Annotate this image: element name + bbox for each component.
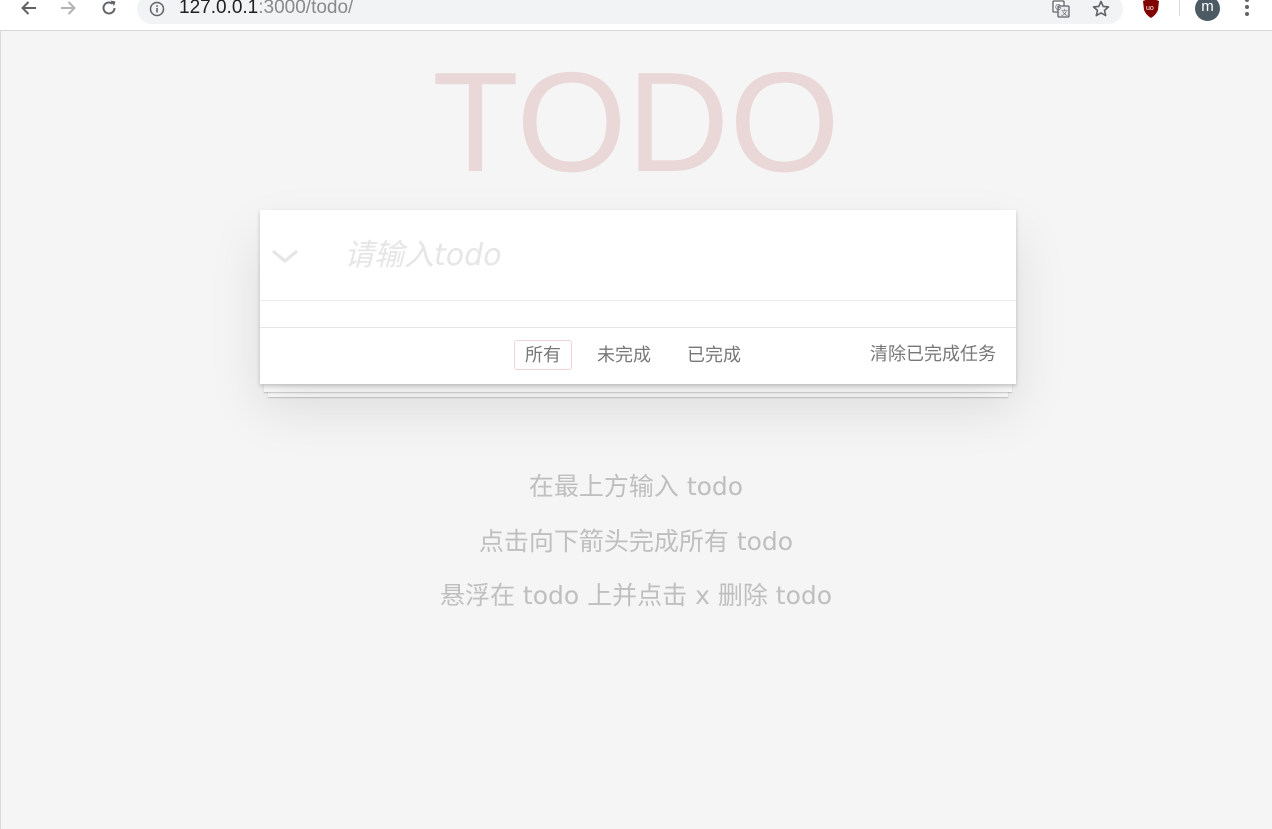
- chevron-down-icon[interactable]: [270, 242, 300, 272]
- info-icon[interactable]: [149, 1, 165, 17]
- back-arrow-icon[interactable]: [17, 0, 41, 20]
- info-hints: 在最上方输入 todo 点击向下箭头完成所有 todo 悬浮在 todo 上并点…: [0, 465, 1272, 629]
- url-host: 127.0.0.1: [179, 0, 259, 18]
- browser-toolbar: 127.0.0.1:3000/todo/ G文 uo m: [0, 0, 1272, 31]
- url-path: :3000/todo/: [258, 0, 354, 18]
- avatar[interactable]: m: [1195, 0, 1220, 21]
- app-title: TODO: [432, 43, 840, 202]
- todo-app-card: 所有 未完成 已完成 清除已完成任务: [260, 210, 1016, 384]
- ublock-icon[interactable]: uo: [1140, 0, 1162, 20]
- card-stack-shadow: [264, 384, 1012, 392]
- forward-arrow-icon[interactable]: [56, 0, 80, 20]
- svg-text:文: 文: [1061, 8, 1068, 17]
- todo-footer: 所有 未完成 已完成 清除已完成任务: [260, 327, 1016, 384]
- translate-icon[interactable]: G文: [1050, 0, 1072, 20]
- info-line: 悬浮在 todo 上并点击 x 删除 todo: [439, 581, 833, 610]
- star-icon[interactable]: [1090, 0, 1112, 20]
- new-todo-input[interactable]: [324, 210, 1004, 300]
- info-line: 在最上方输入 todo: [528, 472, 744, 501]
- toolbar-separator: [1179, 0, 1180, 16]
- reload-icon[interactable]: [97, 0, 121, 20]
- clear-completed-button[interactable]: 清除已完成任务: [870, 340, 996, 370]
- url-text[interactable]: 127.0.0.1:3000/todo/: [179, 0, 353, 19]
- svg-text:uo: uo: [1146, 5, 1154, 12]
- address-bar[interactable]: 127.0.0.1:3000/todo/ G文: [137, 0, 1123, 24]
- filters: 所有 未完成 已完成: [514, 340, 766, 370]
- menu-dots-icon[interactable]: [1240, 0, 1254, 18]
- filter-active[interactable]: 未完成: [586, 340, 662, 370]
- info-line: 点击向下箭头完成所有 todo: [478, 526, 794, 556]
- filter-completed[interactable]: 已完成: [676, 340, 752, 370]
- todo-list: [260, 301, 1016, 327]
- filter-all[interactable]: 所有: [514, 340, 572, 370]
